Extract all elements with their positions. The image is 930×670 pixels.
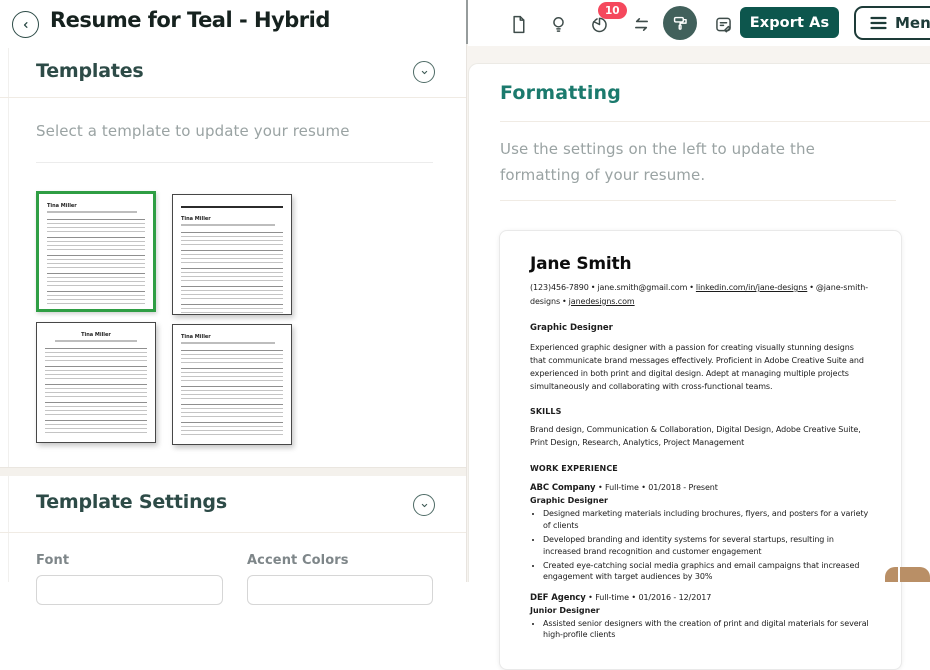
resume-role-title: Graphic Designer [530, 323, 871, 333]
export-as-button[interactable]: Export As [740, 7, 839, 38]
accent-colors-select[interactable] [247, 575, 433, 605]
design-tool-button-active[interactable] [663, 6, 697, 40]
toolbar: 10 Export As Menu [468, 0, 930, 46]
separator: • [591, 283, 596, 292]
thumbnail-preview-line [55, 340, 137, 342]
resume-bullet: Assisted senior designers with the creat… [543, 618, 871, 640]
divider [500, 200, 896, 201]
thumbnail-preview-line [47, 211, 137, 213]
floating-widget[interactable] [885, 567, 930, 582]
resume-company-line: DEF Agency • Full-time • 01/2016 - 12/20… [530, 593, 871, 603]
templates-section-title: Templates [36, 60, 144, 82]
resume-bullet: Developed branding and identity systems … [543, 534, 871, 556]
divider [500, 121, 930, 122]
separator: • [809, 283, 814, 292]
document-tool-button[interactable] [505, 11, 531, 37]
template-settings-collapse-button[interactable] [413, 494, 435, 516]
thumbnail-preview-body [181, 350, 283, 436]
thumbnail-name: Tina Miller [181, 334, 283, 340]
hamburger-icon [870, 16, 887, 30]
compare-arrows-icon [631, 14, 652, 35]
panel-hairline [8, 48, 9, 582]
resume-job: ABC Company • Full-time • 01/2018 - Pres… [530, 483, 871, 583]
thumbnail-preview-body [45, 348, 147, 434]
score-badge: 10 [598, 2, 627, 19]
resume-job: DEF Agency • Full-time • 01/2016 - 12/20… [530, 593, 871, 641]
resume-linkedin-link[interactable]: linkedin.com/in/jane-designs [696, 283, 807, 292]
chevron-down-icon [418, 499, 431, 512]
lightbulb-icon [548, 14, 569, 35]
template-thumbnail[interactable]: Tina Miller [36, 322, 156, 443]
formatting-description: Use the settings on the left to update t… [500, 136, 896, 189]
thumbnail-preview-line [181, 224, 275, 226]
divider [36, 162, 433, 163]
formatting-panel: 10 Export As Menu Formatting Use the set… [466, 0, 930, 582]
formatting-title: Formatting [500, 82, 621, 104]
chevron-left-icon [19, 18, 33, 32]
resume-company: ABC Company [530, 483, 596, 493]
resume-preview: Jane Smith (123)456-7890•jane.smith@gmai… [499, 230, 902, 670]
template-thumbnail[interactable]: Tina Miller [172, 324, 292, 445]
panel-separator [466, 44, 467, 582]
resume-bullet-list: Assisted senior designers with the creat… [530, 618, 871, 640]
resume-company: DEF Agency [530, 593, 586, 603]
thumbnail-name: Tina Miller [45, 332, 147, 338]
resume-company-line: ABC Company • Full-time • 01/2018 - Pres… [530, 483, 871, 493]
resume-job-title: Graphic Designer [530, 496, 871, 505]
template-settings-title: Template Settings [36, 491, 227, 513]
divider [0, 97, 466, 98]
formatting-card: Formatting Use the settings on the left … [468, 63, 930, 582]
compare-tool-button[interactable] [628, 11, 654, 37]
page-title: Resume for Teal - Hybrid [50, 8, 330, 32]
separator: • [562, 297, 567, 306]
paint-roller-icon [671, 14, 690, 33]
document-icon [508, 14, 529, 35]
thumbnail-preview-body [47, 219, 145, 305]
section-separator [0, 467, 466, 476]
thumbnail-name: Tina Miller [181, 216, 283, 222]
thumbnail-preview-body [181, 232, 283, 315]
resume-email: jane.smith@gmail.com [597, 283, 687, 292]
back-button[interactable] [12, 11, 39, 38]
resume-website-link[interactable]: janedesigns.com [569, 297, 635, 306]
menu-label: Menu [895, 14, 930, 32]
resume-bullet: Created eye-catching social media graphi… [543, 560, 871, 582]
resume-job-meta: • Full-time • 01/2016 - 12/2017 [588, 593, 711, 602]
accent-colors-label: Accent Colors [247, 553, 349, 568]
resume-contact-line: (123)456-7890•jane.smith@gmail.com•linke… [530, 281, 871, 308]
thumbnail-rule [181, 206, 283, 208]
font-select[interactable] [36, 575, 223, 605]
resume-phone: (123)456-7890 [530, 283, 589, 292]
thumbnail-name: Tina Miller [47, 203, 145, 209]
resume-skills-header: SKILLS [530, 407, 871, 416]
separator: • [689, 283, 694, 292]
templates-collapse-button[interactable] [413, 61, 435, 83]
template-thumbnail-selected[interactable]: Tina Miller [36, 191, 156, 312]
thumbnail-preview-line [181, 342, 275, 344]
templates-panel: Resume for Teal - Hybrid Templates Selec… [0, 0, 466, 582]
resume-summary: Experienced graphic designer with a pass… [530, 342, 871, 393]
resume-job-title: Junior Designer [530, 606, 871, 615]
menu-button[interactable]: Menu [854, 6, 930, 40]
resume-name: Jane Smith [530, 254, 871, 274]
ideas-tool-button[interactable] [545, 11, 571, 37]
resume-skills: Brand design, Communication & Collaborat… [530, 424, 871, 450]
widget-stripe [898, 567, 900, 582]
resume-job-meta: • Full-time • 01/2018 - Present [598, 483, 718, 492]
notes-tool-button[interactable] [710, 11, 736, 37]
template-thumbnail[interactable]: Tina Miller [172, 194, 292, 315]
note-pencil-icon [713, 14, 734, 35]
chevron-down-icon [418, 66, 431, 79]
templates-subtitle: Select a template to update your resume [36, 122, 350, 140]
resume-bullet: Designed marketing materials including b… [543, 508, 871, 530]
divider [0, 532, 466, 533]
font-label: Font [36, 553, 69, 568]
resume-bullet-list: Designed marketing materials including b… [530, 508, 871, 582]
resume-work-header: WORK EXPERIENCE [530, 464, 871, 473]
